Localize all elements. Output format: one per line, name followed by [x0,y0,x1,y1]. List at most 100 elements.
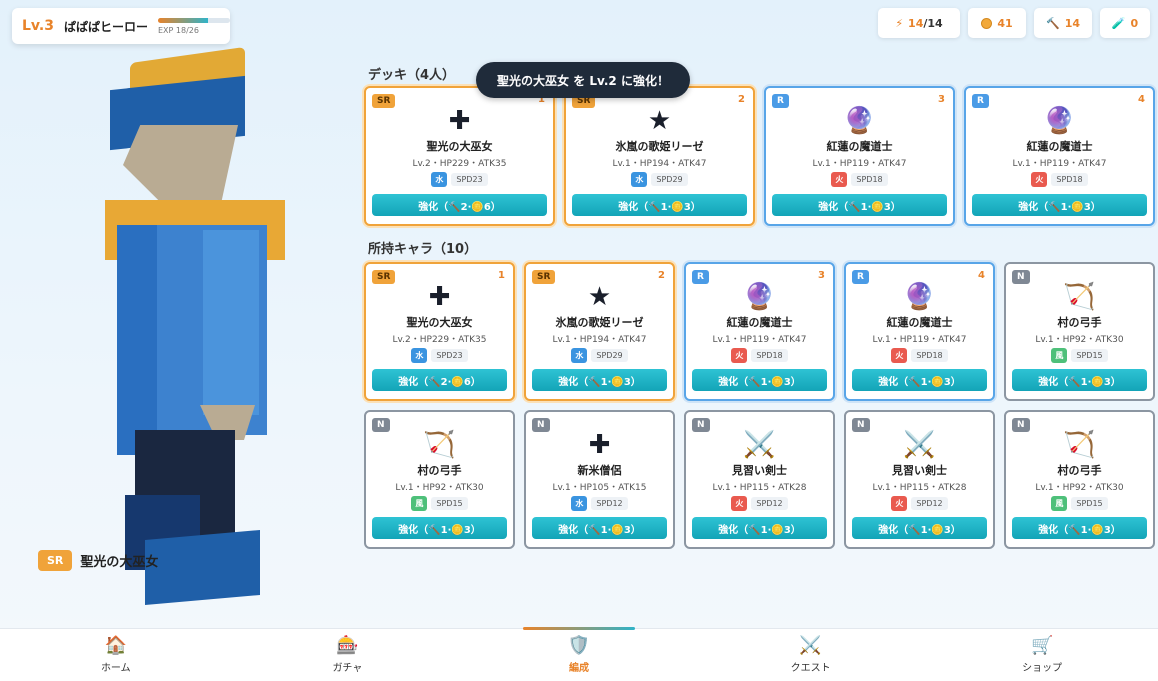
character-icon: 🔮 [903,282,936,312]
hero-label: SR 聖光の大巫女 [38,550,158,571]
hero-name: 聖光の大巫女 [80,555,159,570]
nav-item-0[interactable]: 🏠 ホーム [0,629,232,681]
shield-icon: 🛡️ [567,635,591,656]
character-card[interactable]: R 3 🔮 紅蓮の魔道士 Lv.1・HP119・ATK47 火 SPD18 強化（🔨1·🪙3） [764,86,955,226]
element-badge: 火 [731,496,748,511]
nav-label: ショップ [1022,663,1063,674]
player-panel[interactable]: Lv.3 ぱぱぱヒーロー EXP 18/26 [12,8,230,44]
character-card[interactable]: N ✚ 新米僧侶 Lv.1・HP105・ATK15 水 SPD12 強化（🔨1·🪙3） [524,410,675,549]
upgrade-button[interactable]: 強化（🔨1·🪙3） [532,369,667,391]
upgrade-button[interactable]: 強化（🔨1·🪙3） [572,194,747,216]
character-card[interactable]: N ⚔️ 見習い剣士 Lv.1・HP115・ATK28 火 SPD12 強化（🔨1·🪙3） [844,410,995,549]
character-card[interactable]: SR 2 ★ 氷嵐の歌姫リーゼ Lv.1・HP194・ATK47 水 SPD29 強化（🔨1·… [524,262,675,401]
upgrade-button[interactable]: 強化（🔨1·🪙3） [772,194,947,216]
upgrade-button[interactable]: 強化（🔨1·🪙3） [372,517,507,539]
character-icon: ✚ [588,430,611,460]
owned-title: 所持キャラ（10） [368,242,478,257]
player-name: ぱぱぱヒーロー [63,19,148,34]
rarity-badge: SR [372,94,396,108]
energy-counter[interactable]: ⚡ 14 /14 [878,8,960,38]
owned-grid: SR 1 ✚ 聖光の大巫女 Lv.2・HP229・ATK35 水 SPD23 強化（🔨2·🪙6… [364,262,1158,549]
coin-icon [981,17,993,29]
speed-badge: SPD15 [1071,349,1108,362]
character-card[interactable]: N ⚔️ 見習い剣士 Lv.1・HP115・ATK28 火 SPD12 強化（🔨1·🪙3） [684,410,835,549]
deck-slot-number: 1 [498,270,505,281]
character-card[interactable]: R 3 🔮 紅蓮の魔道士 Lv.1・HP119・ATK47 火 SPD18 強化（🔨1·🪙3） [684,262,835,401]
character-card[interactable]: SR 2 ★ 氷嵐の歌姫リーゼ Lv.1・HP194・ATK47 水 SPD29 強化（🔨1·… [564,86,755,226]
character-card[interactable]: SR 1 ✚ 聖光の大巫女 Lv.2・HP229・ATK35 水 SPD23 強化（🔨2·🪙6… [364,86,555,226]
rarity-badge: N [692,418,710,432]
potion-value: 0 [1130,16,1139,30]
upgrade-button[interactable]: 強化（🔨2·🪙6） [372,194,547,216]
character-card[interactable]: N 🏹 村の弓手 Lv.1・HP92・ATK30 風 SPD15 強化（🔨1·🪙3） [364,410,515,549]
rarity-badge: SR [372,270,396,284]
character-stats: Lv.1・HP115・ATK28 [872,483,967,493]
speed-badge: SPD29 [651,173,688,186]
speed-badge: SPD23 [431,349,468,362]
element-badge: 水 [571,348,588,363]
hammer-counter[interactable]: 🔨 14 [1034,8,1092,38]
character-attributes: 水 SPD29 [571,348,628,363]
character-name: 村の弓手 [1057,464,1102,477]
nav-item-1[interactable]: 🎰 ガチャ [232,629,464,681]
character-icon: 🔮 [1043,106,1076,136]
exp-bar [157,17,230,23]
character-card[interactable]: SR 1 ✚ 聖光の大巫女 Lv.2・HP229・ATK35 水 SPD23 強化（🔨2·🪙6… [364,262,515,401]
energy-max: /14 [923,16,943,30]
rarity-badge: R [692,270,709,284]
element-badge: 水 [411,348,428,363]
upgrade-button[interactable]: 強化（🔨1·🪙3） [692,517,827,539]
character-icon: 🏹 [1063,430,1096,460]
upgrade-button[interactable]: 強化（🔨1·🪙3） [852,369,987,391]
character-icon: ★ [647,106,672,136]
speed-badge: SPD18 [751,349,788,362]
nav-label: クエスト [790,663,831,674]
speed-badge: SPD18 [911,349,948,362]
nav-item-4[interactable]: 🛒 ショップ [926,629,1158,681]
character-card[interactable]: R 4 🔮 紅蓮の魔道士 Lv.1・HP119・ATK47 火 SPD18 強化（🔨1·🪙3） [964,86,1155,226]
upgrade-button[interactable]: 強化（🔨1·🪙3） [692,369,827,391]
speed-badge: SPD15 [431,497,468,510]
potion-counter[interactable]: 🧪 0 [1100,8,1150,38]
element-badge: 火 [1031,172,1048,187]
character-stats: Lv.1・HP194・ATK47 [612,159,707,169]
element-badge: 水 [431,172,448,187]
character-card[interactable]: N 🏹 村の弓手 Lv.1・HP92・ATK30 風 SPD15 強化（🔨1·🪙3） [1004,262,1155,401]
upgrade-button[interactable]: 強化（🔨1·🪙3） [972,194,1147,216]
character-icon: 🔮 [743,282,776,312]
deck-slot-number: 2 [658,270,665,281]
character-stats: Lv.1・HP119・ATK47 [812,159,907,169]
crossed-swords-icon: ⚔️ [799,635,822,656]
nav-item-3[interactable]: ⚔️ クエスト [695,629,927,681]
character-attributes: 水 SPD12 [571,496,628,511]
bottom-nav: 🏠 ホーム 🎰 ガチャ 🛡️ 編成 ⚔️ クエスト 🛒 ショップ [0,627,1158,681]
nav-item-2[interactable]: 🛡️ 編成 [463,627,695,681]
character-attributes: 水 SPD23 [411,348,468,363]
character-name: 氷嵐の歌姫リーゼ [555,316,644,329]
speed-badge: SPD23 [451,173,488,186]
upgrade-button[interactable]: 強化（🔨1·🪙3） [1012,369,1147,391]
character-card[interactable]: N 🏹 村の弓手 Lv.1・HP92・ATK30 風 SPD15 強化（🔨1·🪙3） [1004,410,1155,549]
upgrade-button[interactable]: 強化（🔨1·🪙3） [1012,517,1147,539]
nav-label: 編成 [568,663,589,674]
character-attributes: 火 SPD12 [731,496,788,511]
element-badge: 水 [631,172,648,187]
upgrade-button[interactable]: 強化（🔨1·🪙3） [532,517,667,539]
rarity-badge: SR [532,270,556,284]
character-card[interactable]: R 4 🔮 紅蓮の魔道士 Lv.1・HP119・ATK47 火 SPD18 強化（🔨1·🪙3） [844,262,995,401]
hero-rarity-badge: SR [38,550,73,571]
element-badge: 火 [731,348,748,363]
character-icon: ★ [587,282,612,312]
coin-counter[interactable]: 41 [968,8,1026,38]
upgrade-button[interactable]: 強化（🔨1·🪙3） [852,517,987,539]
element-badge: 風 [411,496,428,511]
element-badge: 火 [891,348,908,363]
home-icon: 🏠 [104,635,127,656]
character-name: 紅蓮の魔道士 [826,140,893,153]
speed-badge: SPD12 [911,497,948,510]
character-name: 氷嵐の歌姫リーゼ [615,140,704,153]
character-name: 見習い剣士 [732,464,787,477]
character-stats: Lv.1・HP105・ATK15 [552,483,647,493]
upgrade-button[interactable]: 強化（🔨2·🪙6） [372,369,507,391]
deck-title: デッキ（4人） [368,68,456,83]
